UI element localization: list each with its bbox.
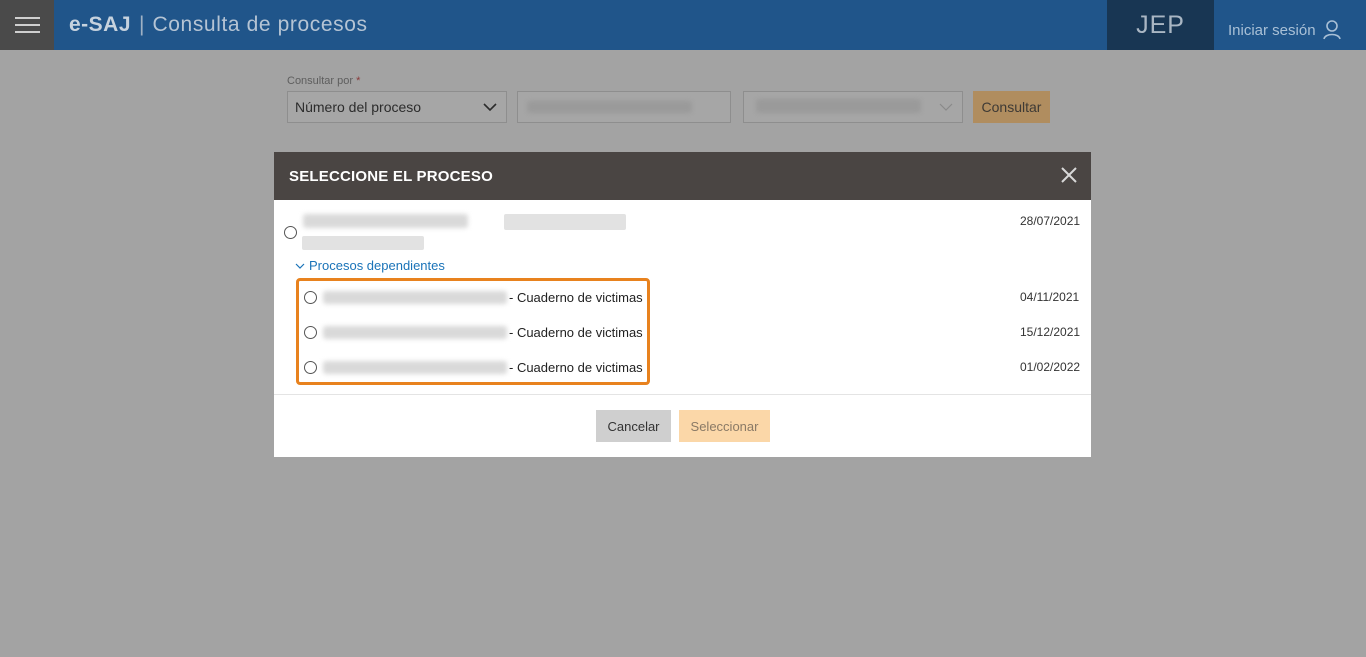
app-logo[interactable]: e-SAJ — [69, 13, 131, 37]
brand-separator: | — [139, 13, 145, 36]
redacted-court-value — [756, 99, 921, 113]
select-process-modal: SELECCIONE EL PROCESO 28/07/2021 Proceso… — [274, 152, 1091, 457]
close-icon[interactable] — [1060, 166, 1078, 184]
search-type-value: Número del proceso — [295, 99, 422, 115]
search-type-select[interactable]: Número del proceso — [287, 91, 507, 123]
dependent-radio-3[interactable] — [304, 361, 317, 374]
modal-header: SELECCIONE EL PROCESO — [274, 152, 1091, 200]
redacted-process-number — [527, 101, 692, 113]
login-label: Iniciar sesión — [1228, 21, 1316, 39]
process-number-input[interactable] — [517, 91, 731, 123]
dependent-label-3: - Cuaderno de victimas — [509, 360, 643, 375]
brand: e-SAJ | Consulta de procesos — [69, 0, 368, 50]
login-link[interactable]: Iniciar sesión — [1228, 0, 1341, 50]
main-process-date: 28/07/2021 — [1020, 214, 1081, 228]
main-process-radio[interactable] — [284, 226, 297, 239]
top-header: e-SAJ | Consulta de procesos JEP Iniciar… — [0, 0, 1366, 50]
org-badge: JEP — [1107, 0, 1214, 50]
dependent-label-1: - Cuaderno de victimas — [509, 290, 643, 305]
redacted-main-process-class — [504, 214, 626, 230]
redacted-main-process-subject — [302, 236, 424, 250]
chevron-down-small-icon — [295, 263, 305, 269]
dependent-radio-1[interactable] — [304, 291, 317, 304]
dependent-label-2: - Cuaderno de victimas — [509, 325, 643, 340]
dependents-toggle-label: Procesos dependientes — [309, 258, 445, 273]
required-mark: * — [356, 75, 361, 87]
dependent-date-3: 01/02/2022 — [1020, 360, 1081, 374]
redacted-dependent-number-1 — [323, 291, 507, 304]
cancel-button[interactable]: Cancelar — [596, 410, 671, 442]
dependent-date-1: 04/11/2021 — [1020, 290, 1080, 304]
select-button[interactable]: Seleccionar — [679, 410, 770, 442]
search-type-label: Consultar por * — [287, 75, 360, 87]
redacted-dependent-number-2 — [323, 326, 507, 339]
page-title: Consulta de procesos — [152, 13, 368, 36]
dependent-date-2: 15/12/2021 — [1020, 325, 1081, 339]
redacted-main-process-number — [303, 214, 468, 228]
redacted-dependent-number-3 — [323, 361, 507, 374]
menu-icon[interactable] — [0, 0, 54, 50]
user-icon — [1322, 20, 1341, 40]
court-select[interactable] — [743, 91, 963, 123]
dependents-toggle[interactable]: Procesos dependientes — [295, 258, 445, 273]
modal-title: SELECCIONE EL PROCESO — [289, 168, 493, 185]
chevron-down-icon — [939, 103, 953, 111]
dependent-radio-2[interactable] — [304, 326, 317, 339]
modal-divider — [274, 394, 1091, 395]
consultar-button[interactable]: Consultar — [973, 91, 1050, 123]
chevron-down-icon — [483, 103, 497, 112]
search-type-label-text: Consultar por — [287, 75, 354, 87]
